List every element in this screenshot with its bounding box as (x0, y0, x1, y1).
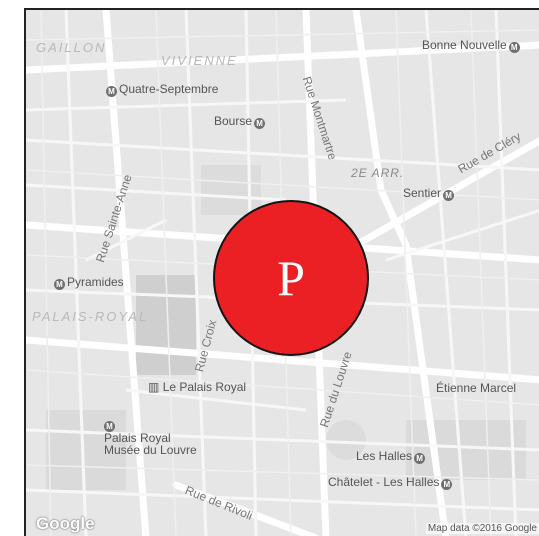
metro-sentier[interactable]: Sentier M (403, 187, 456, 201)
district-label-palais-royal: PALAIS-ROYAL (32, 309, 149, 324)
metro-icon: M (443, 190, 455, 201)
metro-label: Les Halles (356, 449, 413, 463)
map-view[interactable]: GAILLON VIVIENNE PALAIS-ROYAL 2E ARR. MQ… (24, 8, 539, 536)
metro-icon: M (254, 118, 266, 129)
metro-icon: M (508, 42, 520, 53)
metro-icon: M (106, 86, 117, 97)
metro-les-halles[interactable]: Les Halles M (356, 450, 427, 464)
parking-marker[interactable]: P (213, 200, 369, 356)
place-label: Le Palais Royal (162, 380, 247, 394)
district-label-gaillon: GAILLON (36, 40, 107, 55)
metro-label-line-2: Musée du Louvre (104, 443, 197, 457)
google-logo[interactable]: Google (36, 514, 95, 534)
metro-chatelet[interactable]: Châtelet - Les Halles M (328, 476, 454, 490)
metro-label: Sentier (403, 186, 442, 200)
metro-quatre-septembre[interactable]: M Quatre-Septembre (106, 83, 218, 97)
metro-bourse[interactable]: Bourse M (214, 115, 267, 129)
metro-icon: M (441, 479, 453, 490)
place-le-palais-royal[interactable]: ▥ Le Palais Royal (148, 381, 246, 393)
metro-icon: M (414, 453, 426, 464)
metro-bonne-nouvelle[interactable]: Bonne Nouvelle M (422, 39, 522, 53)
metro-palais-royal-louvre[interactable]: M Palais Royal Musée du Louvre (104, 418, 197, 456)
metro-label: Bourse (214, 114, 253, 128)
landmark-icon: ▥ (148, 380, 160, 394)
metro-label: Bonne Nouvelle (422, 38, 507, 52)
district-label-2e-arr: 2E ARR. (351, 166, 405, 180)
city-block (201, 165, 261, 215)
metro-label: Quatre-Septembre (119, 82, 219, 96)
parking-marker-letter: P (277, 250, 305, 306)
metro-pyramides[interactable]: M Pyramides (54, 276, 124, 290)
metro-label: Châtelet - Les Halles (328, 475, 440, 489)
metro-icon: M (54, 279, 65, 290)
metro-label: Pyramides (67, 275, 124, 289)
map-attribution[interactable]: Map data ©2016 Google (425, 523, 539, 534)
place-etienne-marcel[interactable]: Étienne Marcel (436, 382, 516, 394)
district-label-vivienne: VIVIENNE (161, 53, 238, 68)
